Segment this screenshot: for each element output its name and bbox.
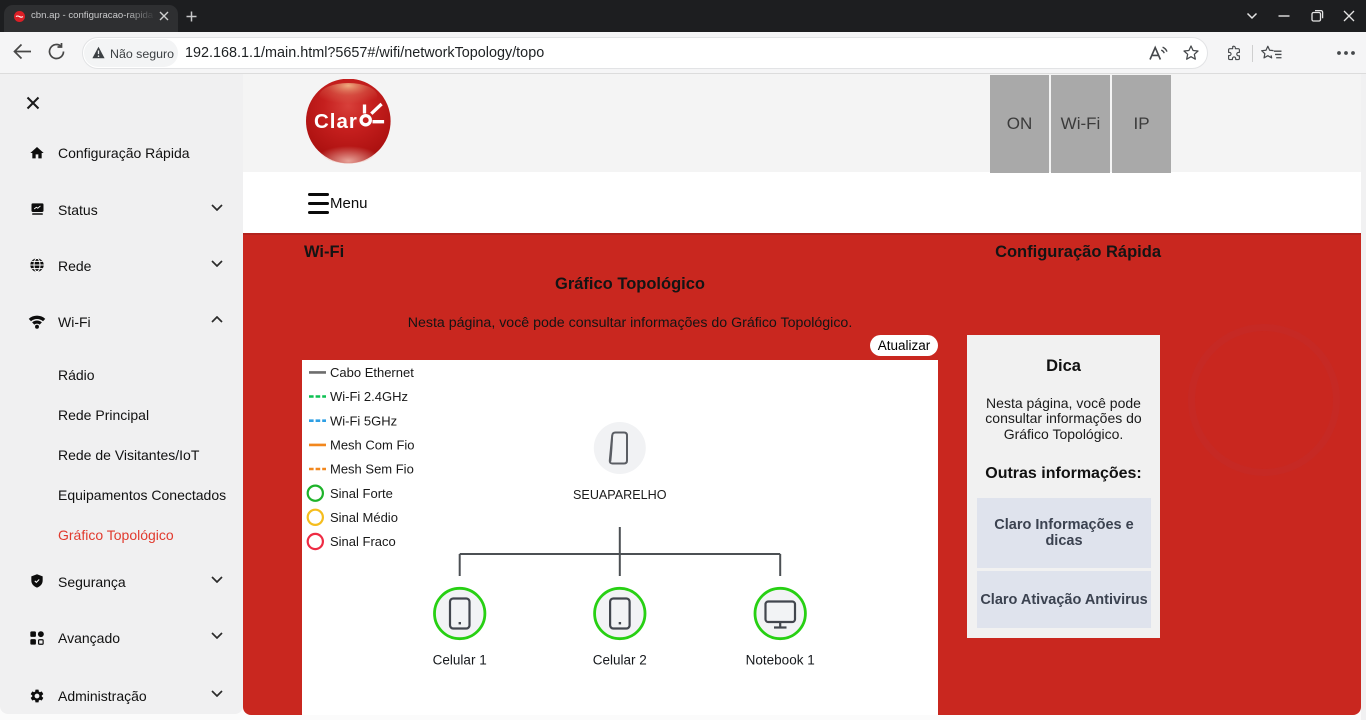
svg-text:Notebook 1: Notebook 1 bbox=[746, 653, 815, 668]
svg-text:SEUAPARELHO: SEUAPARELHO bbox=[573, 488, 667, 502]
svg-text:Sinal Médio: Sinal Médio bbox=[330, 510, 398, 525]
svg-text:Mesh Com Fio: Mesh Com Fio bbox=[330, 438, 415, 453]
svg-text:Wi-Fi 5GHz: Wi-Fi 5GHz bbox=[330, 413, 397, 428]
svg-text:Wi-Fi 2.4GHz: Wi-Fi 2.4GHz bbox=[330, 389, 408, 404]
svg-text:Mesh Sem Fio: Mesh Sem Fio bbox=[330, 462, 414, 477]
svg-text:Sinal Forte: Sinal Forte bbox=[330, 486, 393, 501]
svg-text:Clar: Clar bbox=[314, 110, 358, 133]
svg-text:Cabo Ethernet: Cabo Ethernet bbox=[330, 365, 414, 380]
svg-text:Sinal Fraco: Sinal Fraco bbox=[330, 534, 396, 549]
svg-text:Celular 2: Celular 2 bbox=[593, 653, 647, 668]
svg-text:Celular 1: Celular 1 bbox=[433, 653, 487, 668]
